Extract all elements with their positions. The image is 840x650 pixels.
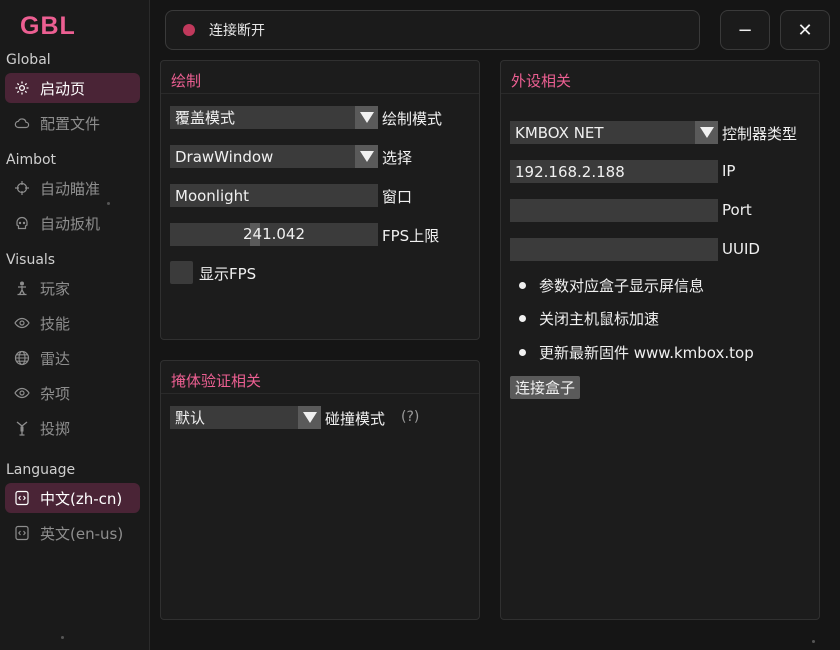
show-fps-label: 显示FPS: [199, 265, 257, 283]
globe-icon: [13, 349, 31, 367]
dropdown-arrow-icon: [695, 121, 718, 144]
sidebar-item-label: 自动瞄准: [40, 179, 101, 198]
fps-limit-slider[interactable]: 241.042: [170, 223, 378, 246]
sidebar-item-label: 中文(zh-cn): [40, 489, 123, 508]
person-icon: [13, 279, 31, 297]
cover-check-panel: 掩体验证相关 默认 碰撞模式 (?): [160, 360, 480, 620]
skull-icon: [13, 214, 31, 232]
sidebar-item-triggerbot[interactable]: 自动扳机: [5, 208, 140, 238]
grenade-icon: [13, 419, 31, 437]
sidebar-item-throw[interactable]: 投掷: [5, 413, 140, 443]
controller-type-combo[interactable]: KMBOX NET: [510, 121, 718, 144]
divider: [501, 93, 819, 94]
sidebar-item-label: 配置文件: [40, 114, 101, 133]
sidebar-item-label: 玩家: [40, 279, 71, 298]
connect-box-button[interactable]: 连接盒子: [510, 376, 581, 399]
sidebar-item-lang-en[interactable]: 英文(en-us): [5, 518, 140, 548]
divider: [161, 93, 479, 94]
port-input[interactable]: [510, 199, 718, 222]
sidebar-item-startup[interactable]: 启动页: [5, 73, 140, 103]
controller-type-label: 控制器类型: [722, 125, 798, 143]
sidebar-item-label: 启动页: [40, 79, 86, 98]
port-label: Port: [722, 201, 752, 219]
sidebar-item-label: 技能: [40, 314, 71, 333]
draw-mode-label: 绘制模式: [382, 110, 443, 128]
fps-limit-label: FPS上限: [382, 227, 440, 245]
gear-icon: [13, 79, 31, 97]
code-file-icon: [13, 524, 31, 542]
section-global: Global: [6, 52, 51, 68]
device-panel: 外设相关 KMBOX NET 控制器类型 192.168.2.188 IP Po…: [500, 60, 820, 620]
sidebar-item-config[interactable]: 配置文件: [5, 108, 140, 138]
close-button[interactable]: ✕: [780, 10, 830, 50]
sidebar-item-label: 杂项: [40, 384, 71, 403]
panel-title: 绘制: [171, 72, 202, 90]
cloud-icon: [13, 114, 31, 132]
note-item: 关闭主机鼠标加速: [519, 308, 659, 329]
collision-mode-combo[interactable]: 默认: [170, 406, 321, 429]
sidebar-item-misc[interactable]: 杂项: [5, 378, 140, 408]
eye-icon: [13, 384, 31, 402]
select-label: 选择: [382, 149, 413, 167]
show-fps-checkbox[interactable]: [170, 261, 193, 284]
section-language: Language: [6, 462, 76, 478]
select-combo[interactable]: DrawWindow: [170, 145, 378, 168]
code-file-icon: [13, 489, 31, 507]
sidebar-item-label: 英文(en-us): [40, 524, 124, 543]
uuid-input[interactable]: [510, 238, 718, 261]
sidebar-item-lang-zh[interactable]: 中文(zh-cn): [5, 483, 140, 513]
decorative-dot: [812, 640, 815, 643]
ip-input[interactable]: 192.168.2.188: [510, 160, 718, 183]
decorative-dot: [61, 636, 64, 639]
connection-status-bar: 连接断开: [165, 10, 700, 50]
dropdown-arrow-icon: [355, 106, 378, 129]
combo-value: DrawWindow: [175, 147, 274, 166]
dropdown-arrow-icon: [298, 406, 321, 429]
eye-icon: [13, 314, 31, 332]
combo-value: KMBOX NET: [515, 123, 604, 142]
uuid-label: UUID: [722, 240, 760, 258]
minimize-button[interactable]: −: [720, 10, 770, 50]
panel-title: 掩体验证相关: [171, 372, 262, 390]
app-logo: GBL: [20, 12, 76, 40]
ip-label: IP: [722, 162, 736, 180]
note-item: 更新最新固件 www.kmbox.top: [519, 342, 754, 363]
sidebar-item-autoaim[interactable]: 自动瞄准: [5, 173, 140, 203]
status-indicator-dot: [183, 24, 195, 36]
sidebar-item-label: 自动扳机: [40, 214, 101, 233]
divider: [161, 393, 479, 394]
combo-value: 覆盖模式: [175, 109, 236, 127]
slider-value: 241.042: [242, 225, 306, 243]
sidebar-item-player[interactable]: 玩家: [5, 273, 140, 303]
section-aimbot: Aimbot: [6, 152, 57, 168]
combo-value: 默认: [175, 409, 206, 427]
help-marker[interactable]: (?): [401, 409, 419, 425]
sidebar-item-radar[interactable]: 雷达: [5, 343, 140, 373]
connection-status-text: 连接断开: [209, 23, 265, 39]
section-visuals: Visuals: [6, 252, 56, 268]
draw-panel: 绘制 覆盖模式 绘制模式 DrawWindow 选择 Moonlight 窗口 …: [160, 60, 480, 340]
window-input[interactable]: Moonlight: [170, 184, 378, 207]
dropdown-arrow-icon: [355, 145, 378, 168]
note-item: 参数对应盒子显示屏信息: [519, 275, 704, 296]
sidebar-item-label: 雷达: [40, 349, 71, 368]
decorative-dot: [107, 202, 110, 205]
draw-mode-combo[interactable]: 覆盖模式: [170, 106, 378, 129]
panel-title: 外设相关: [511, 72, 572, 90]
collision-mode-label: 碰撞模式: [325, 410, 386, 428]
crosshair-icon: [13, 179, 31, 197]
sidebar-item-label: 投掷: [40, 419, 71, 438]
sidebar-item-skills[interactable]: 技能: [5, 308, 140, 338]
sidebar: GBL Global 启动页 配置文件 Aimbot 自动瞄准 自动扳机 Vis…: [0, 0, 150, 650]
window-label: 窗口: [382, 188, 413, 206]
